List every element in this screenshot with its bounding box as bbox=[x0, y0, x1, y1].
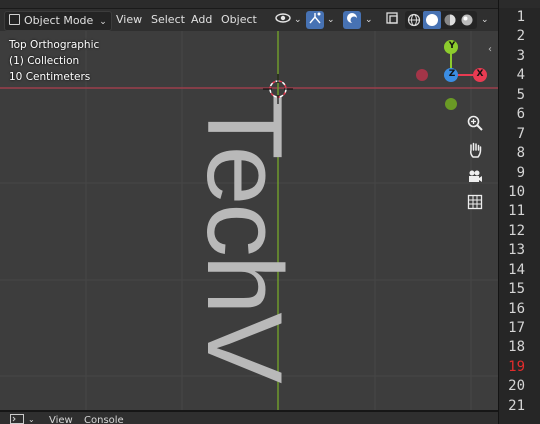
top-strip bbox=[0, 0, 498, 9]
line-number: 20 bbox=[508, 378, 525, 395]
line-number: 8 bbox=[516, 145, 525, 162]
console-editor-chevron-icon[interactable]: ⌄ bbox=[28, 415, 35, 424]
view-name: Top Orthographic bbox=[9, 39, 100, 51]
line-number: 21 bbox=[508, 397, 525, 414]
shading-chevron-icon[interactable]: ⌄ bbox=[481, 11, 489, 29]
3d-viewport[interactable]: Top Orthographic (1) Collection 10 Centi… bbox=[0, 31, 498, 410]
gizmo-icon[interactable] bbox=[306, 11, 324, 29]
object-mode-icon bbox=[9, 14, 20, 25]
menu-object[interactable]: Object bbox=[221, 11, 257, 29]
line-number: 4 bbox=[516, 67, 525, 84]
line-number: 13 bbox=[508, 242, 525, 259]
text-editor-panel[interactable]: 1 2 3 4 5 6 7 8 9 10 11 12 13 14 15 16 17 18 19 20 21 bbox=[498, 0, 540, 424]
solid-shading-icon[interactable] bbox=[423, 11, 441, 29]
menu-view[interactable]: View bbox=[116, 11, 142, 29]
object-mode-dropdown[interactable]: Object Mode ⌄ bbox=[4, 11, 112, 31]
xray-icon[interactable] bbox=[383, 11, 401, 29]
line-number: 10 bbox=[508, 183, 525, 200]
line-number: 3 bbox=[516, 47, 525, 64]
gizmo-z-label: Z bbox=[448, 69, 456, 79]
shading-mode-group bbox=[405, 11, 477, 29]
material-shading-icon[interactable] bbox=[443, 13, 457, 33]
sidebar-toggle-icon[interactable]: ‹ bbox=[488, 44, 492, 55]
visibility-icon[interactable] bbox=[274, 11, 292, 29]
text-editor-header bbox=[499, 0, 540, 8]
line-number: 9 bbox=[516, 164, 525, 181]
line-number: 7 bbox=[516, 125, 525, 142]
scale-label: 10 Centimeters bbox=[9, 71, 91, 83]
line-number: 5 bbox=[516, 86, 525, 103]
line-number: 17 bbox=[508, 320, 525, 336]
chevron-down-icon: ⌄ bbox=[99, 17, 107, 27]
console-editor-type-icon[interactable] bbox=[10, 414, 24, 424]
line-number: 11 bbox=[508, 203, 525, 220]
line-number: 1 bbox=[516, 9, 525, 25]
hand-pan-icon[interactable] bbox=[465, 141, 485, 161]
gizmo-y-label: Y bbox=[448, 41, 456, 51]
grid-ortho-icon[interactable] bbox=[465, 194, 485, 214]
console-menu-view[interactable]: View bbox=[49, 415, 73, 424]
line-number: 16 bbox=[508, 300, 525, 317]
overlays-icon[interactable] bbox=[343, 11, 361, 29]
rendered-shading-icon[interactable] bbox=[460, 13, 474, 33]
line-number: 19 bbox=[508, 358, 525, 375]
console-header: ⌄ View Console bbox=[0, 412, 498, 424]
line-number-gutter: 1 2 3 4 5 6 7 8 9 10 11 12 13 14 15 16 17 18 19 20 21 bbox=[499, 8, 525, 416]
camera-icon[interactable] bbox=[465, 168, 485, 188]
wireframe-shading-icon[interactable] bbox=[407, 13, 421, 33]
gizmo-chevron-icon[interactable]: ⌄ bbox=[327, 11, 335, 29]
neg-y-handle bbox=[445, 98, 457, 110]
menu-add[interactable]: Add bbox=[191, 11, 212, 29]
object-mode-label: Object Mode bbox=[24, 14, 94, 27]
viewport-header: Object Mode ⌄ View Select Add Object ⌄ ⌄ … bbox=[0, 9, 498, 31]
text-object-label: TechV bbox=[185, 94, 305, 382]
line-number: 12 bbox=[508, 222, 525, 239]
menu-select[interactable]: Select bbox=[151, 11, 185, 29]
line-number: 18 bbox=[508, 339, 525, 356]
gizmo-x-label: X bbox=[476, 69, 484, 79]
neg-x-handle bbox=[416, 69, 428, 81]
console-menu-console[interactable]: Console bbox=[84, 415, 124, 424]
line-number: 15 bbox=[508, 281, 525, 298]
collection-label: (1) Collection bbox=[9, 55, 80, 67]
overlays-chevron-icon[interactable]: ⌄ bbox=[365, 11, 373, 29]
line-number: 6 bbox=[516, 106, 525, 123]
visibility-chevron-icon[interactable]: ⌄ bbox=[294, 11, 302, 29]
line-number: 14 bbox=[508, 261, 525, 278]
zoom-icon[interactable] bbox=[465, 114, 485, 134]
cursor-3d-icon[interactable] bbox=[263, 74, 293, 104]
line-number: 2 bbox=[516, 28, 525, 45]
